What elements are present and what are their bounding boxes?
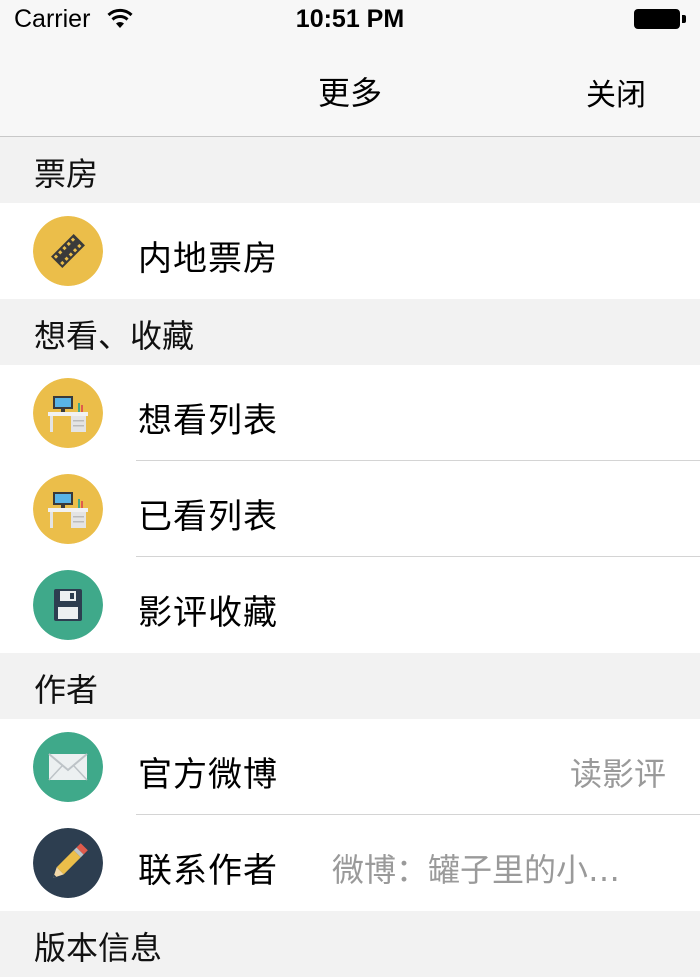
section-header-box-office: 票房 (0, 137, 700, 203)
row-official-weibo[interactable]: 官方微博 读影评 (0, 719, 700, 815)
clock: 10:51 PM (295, 5, 405, 33)
section-header-version-info: 版本信息 (0, 911, 700, 977)
section-title: 票房 (34, 155, 99, 193)
battery-icon (634, 9, 686, 29)
row-watched[interactable]: 已看列表 (0, 461, 700, 557)
section-title: 作者 (34, 671, 99, 709)
pencil-icon (33, 828, 103, 898)
navigation-bar: 更多 关闭 (0, 40, 700, 137)
row-mainland-box-office[interactable]: 内地票房 (0, 203, 700, 299)
row-detail: 读影评 (569, 755, 666, 793)
row-want-to-watch[interactable]: 想看列表 (0, 365, 700, 461)
desk-computer-icon (33, 474, 103, 544)
row-label: 已看列表 (138, 497, 278, 537)
row-detail: 微博：罐子里的小… (332, 851, 621, 889)
row-label: 官方微博 (138, 755, 278, 795)
row-label: 想看列表 (138, 401, 278, 441)
envelope-icon (33, 732, 103, 802)
row-label: 影评收藏 (138, 593, 278, 633)
desk-computer-icon (33, 378, 103, 448)
floppy-disk-icon (33, 570, 103, 640)
row-label: 内地票房 (138, 239, 278, 279)
close-button[interactable]: 关闭 (586, 70, 646, 114)
status-bar: Carrier 10:51 PM (0, 0, 700, 40)
section-title: 想看、收藏 (34, 317, 195, 355)
film-reel-icon (33, 216, 103, 286)
section-title: 版本信息 (34, 929, 163, 967)
row-contact-author[interactable]: 联系作者 微博：罐子里的小… (0, 815, 700, 911)
section-header-author: 作者 (0, 653, 700, 719)
section-header-watchlist: 想看、收藏 (0, 299, 700, 365)
row-label: 联系作者 (138, 851, 278, 891)
row-review-favorites[interactable]: 影评收藏 (0, 557, 700, 653)
